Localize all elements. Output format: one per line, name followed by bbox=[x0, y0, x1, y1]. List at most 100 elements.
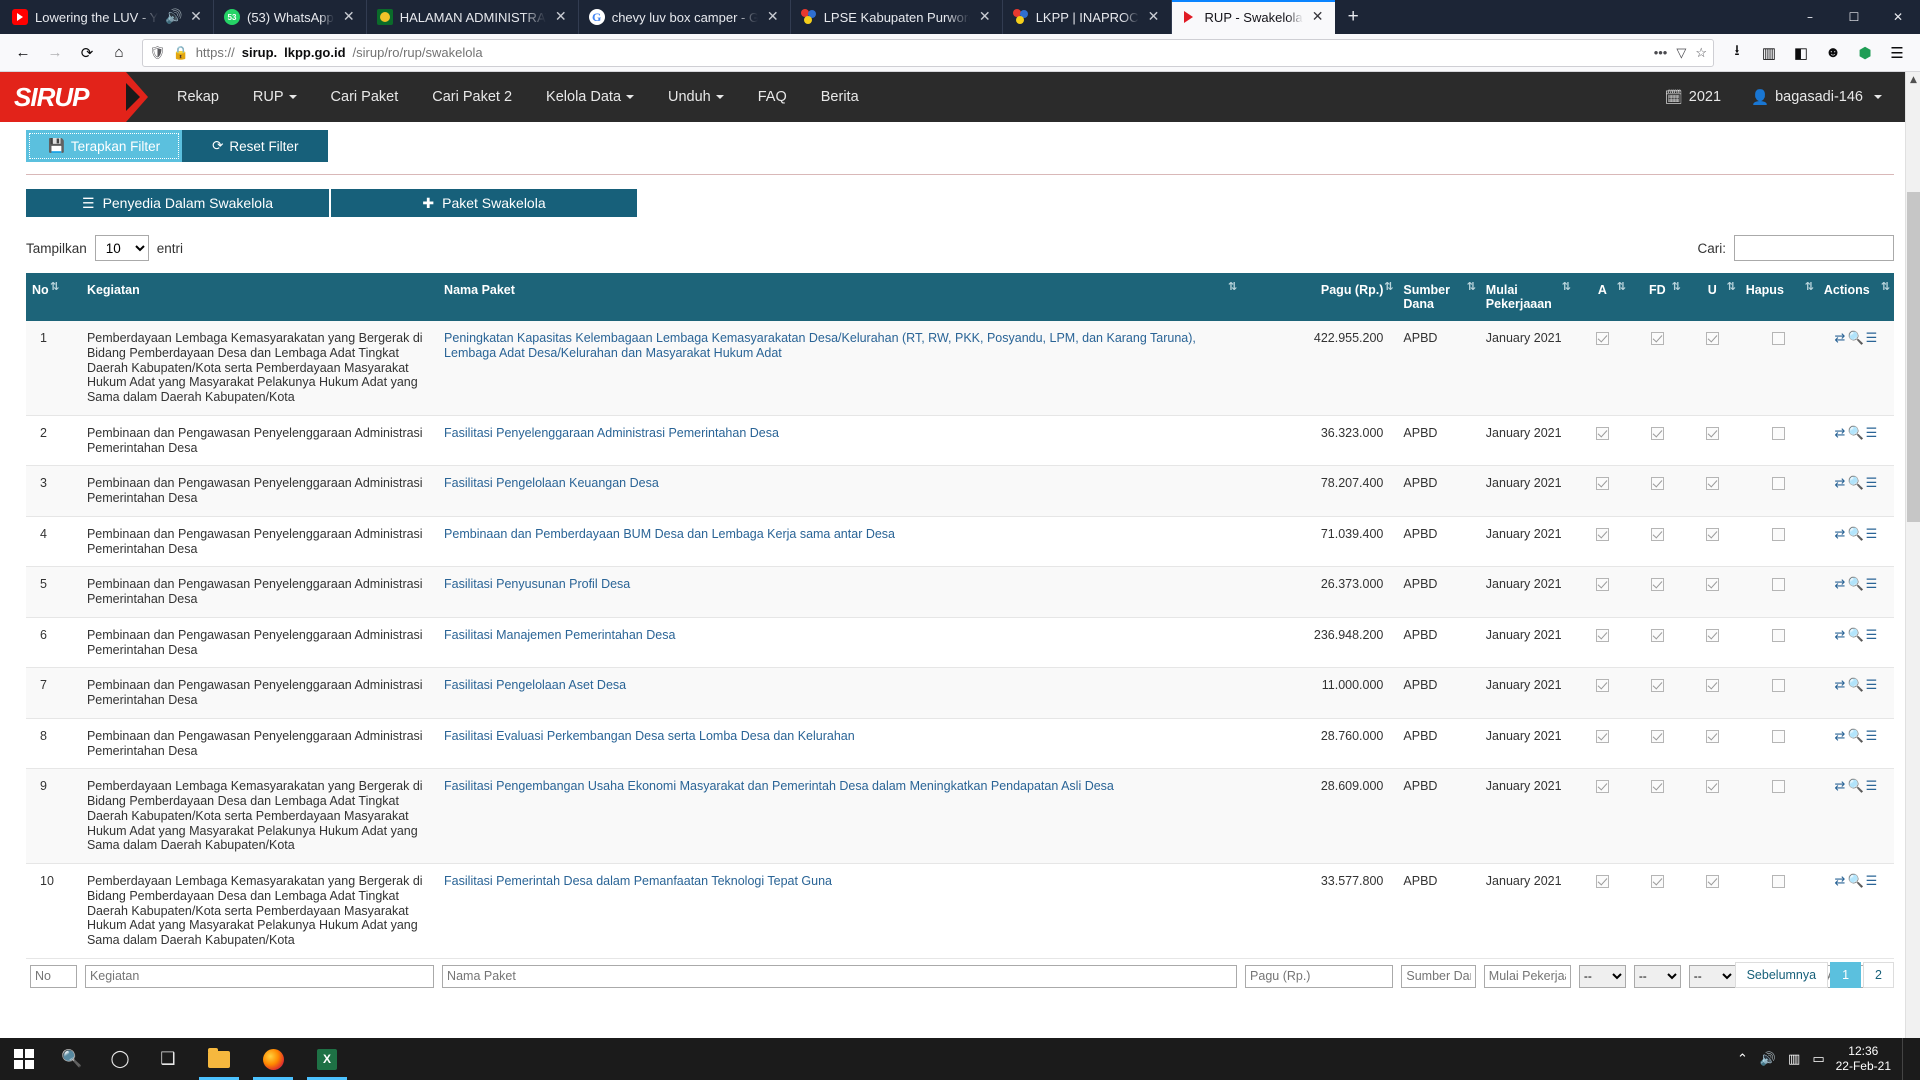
close-tab-icon[interactable]: ✕ bbox=[977, 10, 993, 24]
detail-list-icon[interactable]: ☰ bbox=[1866, 577, 1878, 592]
col-header-no[interactable]: No ⇅ bbox=[26, 273, 81, 321]
transfer-icon[interactable]: ⇄ bbox=[1835, 331, 1846, 346]
checkbox-unchecked[interactable] bbox=[1772, 426, 1786, 440]
checkbox-checked[interactable] bbox=[1650, 578, 1664, 592]
checkbox-checked[interactable] bbox=[1705, 780, 1719, 794]
paket-link[interactable]: Fasilitasi Pengelolaan Keuangan Desa bbox=[444, 476, 659, 490]
nav-item-kelola-data[interactable]: Kelola Data bbox=[529, 72, 651, 122]
cortana-icon[interactable]: ◯ bbox=[96, 1038, 144, 1080]
checkbox-checked[interactable] bbox=[1705, 628, 1719, 642]
col-header-kegiatan[interactable]: Kegiatan bbox=[80, 273, 439, 321]
reload-icon[interactable]: ⟳ bbox=[72, 38, 102, 68]
checkbox-checked[interactable] bbox=[1705, 578, 1719, 592]
more-icon[interactable]: ••• bbox=[1654, 45, 1668, 60]
search-input[interactable] bbox=[1734, 235, 1894, 261]
paket-swakelola-button[interactable]: ✚ Paket Swakelola bbox=[331, 189, 637, 217]
downloads-icon[interactable]: ⭳ bbox=[1722, 38, 1752, 68]
minimize-button[interactable]: – bbox=[1788, 0, 1832, 34]
col-header-actions[interactable]: Actions ⇅ bbox=[1817, 273, 1894, 321]
show-desktop-button[interactable] bbox=[1902, 1038, 1908, 1080]
col-header-u[interactable]: U ⇅ bbox=[1684, 273, 1740, 321]
col-header-sumber-dana[interactable]: Sumber Dana ⇅ bbox=[1397, 273, 1480, 321]
nav-item-cari-paket[interactable]: Cari Paket bbox=[314, 72, 416, 122]
bookmark-star-icon[interactable]: ☆ bbox=[1695, 45, 1707, 61]
browser-tab-youtube[interactable]: Lowering the LUV - YouTube 🔊 ✕ bbox=[2, 0, 214, 34]
detail-list-icon[interactable]: ☰ bbox=[1866, 678, 1878, 693]
paket-link[interactable]: Fasilitasi Pengelolaan Aset Desa bbox=[444, 678, 626, 692]
checkbox-checked[interactable] bbox=[1705, 332, 1719, 346]
filter-mulai-input[interactable] bbox=[1483, 964, 1571, 988]
checkbox-checked[interactable] bbox=[1705, 729, 1719, 743]
page-scrollbar[interactable]: ▲ ▼ bbox=[1905, 72, 1920, 1080]
mute-icon[interactable]: 🔊 bbox=[165, 10, 182, 24]
checkbox-unchecked[interactable] bbox=[1772, 679, 1786, 693]
filter-pagu-input[interactable] bbox=[1245, 964, 1394, 988]
browser-tab-whatsapp[interactable]: 53 (53) WhatsApp ✕ bbox=[214, 0, 367, 34]
library-icon[interactable]: ▥ bbox=[1754, 38, 1784, 68]
paket-link[interactable]: Fasilitasi Manajemen Pemerintahan Desa bbox=[444, 628, 675, 642]
checkbox-checked[interactable] bbox=[1595, 578, 1609, 592]
maximize-button[interactable]: ☐ bbox=[1832, 0, 1876, 34]
checkbox-unchecked[interactable] bbox=[1772, 578, 1786, 592]
show-hidden-icons[interactable]: ⌃ bbox=[1737, 1052, 1748, 1067]
search-detail-icon[interactable]: 🔍 bbox=[1847, 527, 1863, 542]
browser-tab-lpse-purworejo[interactable]: LPSE Kabupaten Purworejo: ✕ bbox=[791, 0, 1003, 34]
checkbox-checked[interactable] bbox=[1595, 875, 1609, 889]
checkbox-unchecked[interactable] bbox=[1772, 332, 1786, 346]
checkbox-checked[interactable] bbox=[1650, 477, 1664, 491]
checkbox-checked[interactable] bbox=[1705, 875, 1719, 889]
task-view-icon[interactable]: ❑ bbox=[144, 1038, 192, 1080]
checkbox-unchecked[interactable] bbox=[1772, 628, 1786, 642]
paket-link[interactable]: Fasilitasi Penyusunan Profil Desa bbox=[444, 577, 630, 591]
col-header-fd[interactable]: FD ⇅ bbox=[1629, 273, 1685, 321]
detail-list-icon[interactable]: ☰ bbox=[1866, 426, 1878, 441]
new-tab-button[interactable]: + bbox=[1335, 0, 1372, 34]
close-tab-icon[interactable]: ✕ bbox=[341, 10, 357, 24]
address-bar[interactable]: 🛡 🔒 https:// sirup. lkpp.go.id/sirup/ro/ru… bbox=[142, 38, 1714, 67]
close-window-button[interactable]: ✕ bbox=[1876, 0, 1920, 34]
detail-list-icon[interactable]: ☰ bbox=[1866, 527, 1878, 542]
transfer-icon[interactable]: ⇄ bbox=[1835, 426, 1846, 441]
checkbox-unchecked[interactable] bbox=[1772, 477, 1786, 491]
browser-tab-google-search[interactable]: G chevy luv box camper - Google ✕ bbox=[579, 0, 791, 34]
detail-list-icon[interactable]: ☰ bbox=[1866, 874, 1878, 889]
close-tab-icon[interactable]: ✕ bbox=[1310, 10, 1326, 24]
filter-fd-select[interactable]: -- bbox=[1633, 964, 1681, 988]
battery-icon[interactable]: ▭ bbox=[1812, 1052, 1824, 1067]
transfer-icon[interactable]: ⇄ bbox=[1835, 476, 1846, 491]
col-header-hapus[interactable]: Hapus ⇅ bbox=[1739, 273, 1818, 321]
entries-select[interactable]: 102550100 bbox=[94, 235, 149, 261]
checkbox-checked[interactable] bbox=[1705, 426, 1719, 440]
nav-item-rup[interactable]: RUP bbox=[236, 72, 314, 122]
checkbox-checked[interactable] bbox=[1650, 875, 1664, 889]
checkbox-checked[interactable] bbox=[1705, 679, 1719, 693]
sidebar-icon[interactable]: ◧ bbox=[1786, 38, 1816, 68]
shield-icon[interactable]: 🛡 bbox=[149, 45, 166, 61]
paket-link[interactable]: Peningkatan Kapasitas Kelembagaan Lembag… bbox=[444, 331, 1196, 360]
col-header-a[interactable]: A ⇅ bbox=[1574, 273, 1630, 321]
checkbox-checked[interactable] bbox=[1650, 679, 1664, 693]
checkbox-checked[interactable] bbox=[1650, 527, 1664, 541]
extension-icon[interactable]: ⬢ bbox=[1850, 38, 1880, 68]
transfer-icon[interactable]: ⇄ bbox=[1835, 527, 1846, 542]
checkbox-checked[interactable] bbox=[1595, 628, 1609, 642]
browser-tab-lkpp-inaproc[interactable]: LKPP | INAPROC ✕ bbox=[1003, 0, 1172, 34]
reset-filter-button[interactable]: ⟳ Reset Filter bbox=[182, 130, 329, 162]
search-detail-icon[interactable]: 🔍 bbox=[1847, 729, 1863, 744]
search-detail-icon[interactable]: 🔍 bbox=[1847, 678, 1863, 693]
search-icon[interactable]: 🔍 bbox=[48, 1038, 96, 1080]
taskbar-clock[interactable]: 12:36 22-Feb-21 bbox=[1836, 1044, 1891, 1074]
filter-kegiatan-input[interactable] bbox=[84, 964, 435, 988]
search-detail-icon[interactable]: 🔍 bbox=[1847, 476, 1863, 491]
transfer-icon[interactable]: ⇄ bbox=[1835, 874, 1846, 889]
close-tab-icon[interactable]: ✕ bbox=[1146, 10, 1162, 24]
checkbox-unchecked[interactable] bbox=[1772, 527, 1786, 541]
checkbox-checked[interactable] bbox=[1595, 679, 1609, 693]
browser-tab-rup-swakelola[interactable]: RUP - Swakelola ✕ bbox=[1171, 0, 1335, 34]
checkbox-unchecked[interactable] bbox=[1772, 875, 1786, 889]
paket-link[interactable]: Fasilitasi Evaluasi Perkembangan Desa se… bbox=[444, 729, 855, 743]
detail-list-icon[interactable]: ☰ bbox=[1866, 628, 1878, 643]
checkbox-checked[interactable] bbox=[1595, 527, 1609, 541]
close-tab-icon[interactable]: ✕ bbox=[553, 10, 569, 24]
filter-a-select[interactable]: -- bbox=[1578, 964, 1626, 988]
